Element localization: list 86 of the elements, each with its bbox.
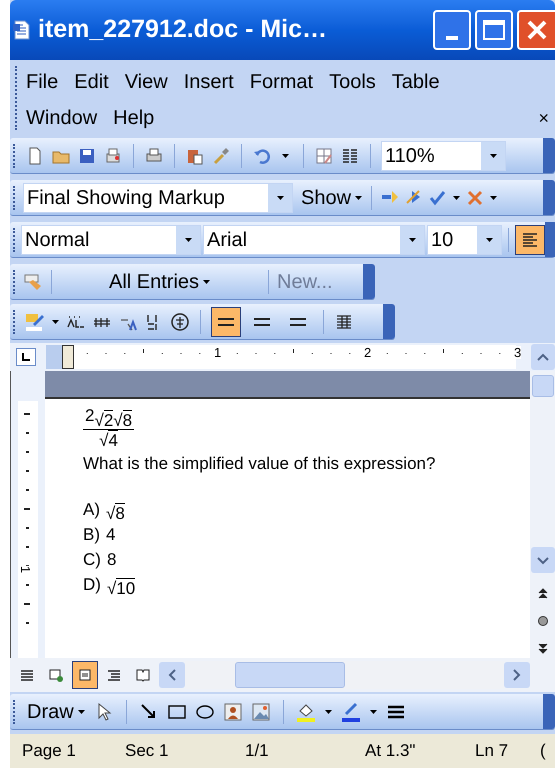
dropdown-arrow-icon[interactable] [408, 236, 416, 242]
answer-option: A) √8 [83, 498, 530, 522]
scroll-left-button[interactable] [159, 662, 185, 688]
insert-picture-icon[interactable] [250, 702, 271, 722]
view-icon[interactable] [135, 667, 151, 683]
status-text: Sec 1 [125, 741, 168, 760]
ruler-number: 3 [514, 346, 522, 359]
status-text: ( [540, 741, 546, 760]
style-combo[interactable]: Normal [21, 224, 201, 254]
ruler-number: 1 [19, 566, 32, 574]
document-icon[interactable] [12, 20, 32, 40]
zoom-combo[interactable]: 110% [381, 140, 506, 170]
caret-icon[interactable] [202, 278, 212, 284]
autotext-icon[interactable] [23, 272, 43, 292]
view-icon[interactable] [48, 667, 64, 683]
answer-option: C) 8 [83, 548, 530, 572]
answer-option: D) √10 [83, 573, 530, 597]
show-menu-button[interactable]: Show [301, 182, 364, 212]
scroll-thumb[interactable] [532, 375, 554, 397]
question-text: What is the simplified value of this expression? [83, 452, 436, 474]
scroll-down-button[interactable] [530, 547, 554, 573]
indent-marker[interactable] [62, 345, 74, 369]
dropdown-arrow-icon[interactable] [484, 236, 494, 242]
menu-item[interactable]: Insert [176, 64, 242, 100]
dropdown-arrow-icon[interactable] [184, 236, 192, 242]
next-page-icon[interactable] [536, 643, 548, 655]
font-combo[interactable]: Arial [203, 224, 425, 254]
minimize-button[interactable] [433, 10, 471, 50]
menu-item[interactable]: View [116, 64, 176, 100]
scroll-right-button[interactable] [504, 662, 530, 688]
line-color-icon[interactable] [340, 702, 361, 722]
maximize-button[interactable] [475, 10, 513, 50]
view-icon[interactable] [77, 667, 93, 683]
clip-art-icon[interactable] [222, 702, 243, 722]
highlight-icon[interactable] [25, 312, 45, 332]
display-mode-combo[interactable]: Final Showing Markup [23, 182, 293, 212]
close-icon[interactable] [526, 19, 548, 41]
font-size-combo[interactable]: 10 [427, 224, 502, 254]
chevron-left-icon[interactable] [167, 668, 177, 682]
ruler-number: 2 [364, 346, 372, 359]
tab-selector-button[interactable] [16, 348, 36, 366]
menu-item[interactable]: Format [242, 64, 322, 100]
status-text: Page 1 [22, 741, 76, 760]
menu-item[interactable]: Help [105, 100, 162, 136]
previous-page-icon[interactable] [536, 587, 548, 599]
scroll-thumb[interactable] [235, 662, 345, 688]
caret-icon[interactable] [354, 194, 364, 200]
insert-table-icon[interactable] [314, 146, 334, 166]
math-expression: 2√2√8 √4 [83, 405, 134, 448]
browse-object-icon[interactable] [536, 615, 548, 627]
ruler-number: 1 [214, 346, 222, 359]
enclose-characters-icon[interactable] [170, 312, 190, 332]
menu-item[interactable]: Table [384, 64, 448, 100]
left-tab-icon[interactable] [21, 352, 31, 362]
align-left-button[interactable] [515, 224, 545, 254]
window-title: item_227912.doc - Mic… [38, 14, 328, 46]
chevron-right-icon[interactable] [512, 668, 522, 682]
caret-icon[interactable] [51, 318, 60, 324]
status-text: 1/1 [245, 741, 269, 760]
scroll-up-button[interactable] [531, 344, 555, 370]
caret-icon[interactable] [324, 708, 333, 714]
draw-menu-button[interactable]: Draw [27, 696, 86, 726]
caret-icon[interactable] [76, 708, 86, 714]
print-view-button[interactable] [72, 661, 98, 689]
chevron-down-icon[interactable] [536, 555, 550, 565]
all-entries-button[interactable]: All Entries [60, 266, 260, 296]
dropdown-arrow-icon[interactable] [276, 194, 284, 200]
caret-icon[interactable] [368, 708, 378, 714]
menu-item[interactable]: File [18, 64, 66, 100]
close-button[interactable] [517, 10, 555, 50]
format-painter-icon[interactable] [211, 146, 231, 166]
align-left-icon[interactable] [521, 230, 539, 248]
menu-item[interactable]: Tools [321, 64, 384, 100]
line-spacing-button[interactable] [211, 306, 241, 336]
status-text: At 1.3" [365, 741, 416, 760]
caret-icon[interactable] [452, 194, 462, 200]
menu-item[interactable]: Window [18, 100, 106, 136]
dropdown-arrow-icon[interactable] [488, 152, 498, 158]
fill-color-icon[interactable] [296, 702, 316, 722]
chevron-up-icon[interactable] [536, 352, 550, 362]
menu-item[interactable]: Edit [66, 64, 117, 100]
answer-option: B) 4 [83, 523, 530, 547]
menu-close-button[interactable]: × [538, 100, 549, 136]
caret-icon[interactable] [489, 194, 498, 200]
status-text: Ln 7 [475, 741, 508, 760]
caret-icon[interactable] [281, 152, 290, 158]
